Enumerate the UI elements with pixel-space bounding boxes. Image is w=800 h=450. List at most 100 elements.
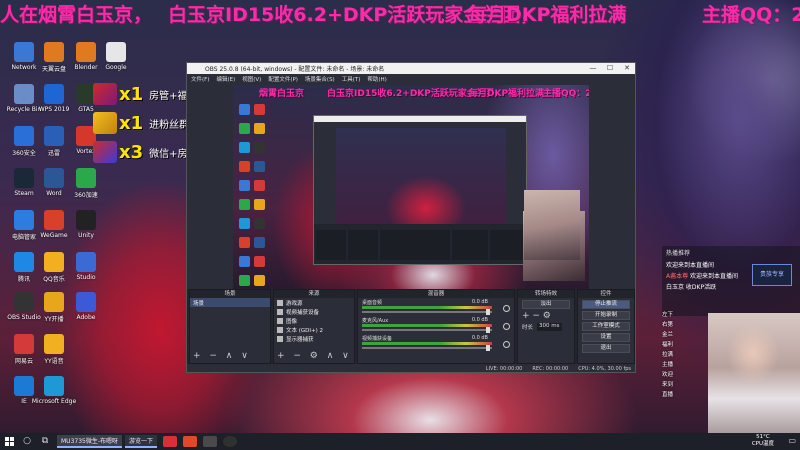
app-icon[interactable]: [203, 436, 218, 447]
volume-fader-handle[interactable]: [486, 309, 490, 315]
volume-fader-handle[interactable]: [486, 327, 490, 333]
desktop-icon[interactable]: Adobe: [66, 292, 106, 328]
menu-item[interactable]: 帮助(H): [367, 75, 386, 83]
netease-icon[interactable]: [163, 436, 178, 447]
desktop-icon[interactable]: Microsoft Edge: [32, 376, 76, 412]
source-label: 文本 (GDI+) 2: [286, 327, 324, 334]
wegame-icon: [44, 210, 64, 230]
menu-item[interactable]: 编辑(E): [216, 75, 235, 83]
preview-icon: [254, 237, 265, 248]
menu-item[interactable]: 配置文件(P): [268, 75, 298, 83]
source-type-icon: [277, 317, 283, 324]
ticker-segment: 每月DKP福利拉满: [468, 4, 627, 26]
dock-controls[interactable]: + − ⚙ ∧ ∨: [277, 351, 352, 361]
yy-voice-icon: [44, 334, 64, 354]
source-item[interactable]: 图像: [274, 316, 354, 325]
preview-icon: [239, 199, 250, 210]
control-button[interactable]: 工作室模式: [582, 322, 630, 331]
desktop-icon[interactable]: Google: [96, 42, 136, 78]
scene-item[interactable]: 场景: [190, 298, 270, 307]
dock-title: 转场特效: [518, 290, 574, 298]
start-button[interactable]: [0, 433, 18, 450]
volume-fader-handle[interactable]: [486, 345, 490, 351]
source-label: 视频捕获设备: [286, 309, 320, 316]
minimize-icon[interactable]: —: [585, 63, 601, 74]
edge-icon: [44, 376, 64, 396]
side-list-item: 直播: [662, 392, 674, 398]
network-icon: [14, 42, 34, 62]
control-button[interactable]: 设置: [582, 333, 630, 342]
obs-docks: 场景 场景 + − ∧ ∨ 来源 游戏源 视频捕获设备 图像 文本 (GDI+) 2 显…: [187, 289, 635, 372]
preview-icon: [254, 104, 265, 115]
dock-controls[interactable]: + − ∧ ∨: [193, 351, 251, 361]
source-item[interactable]: 文本 (GDI+) 2: [274, 325, 354, 334]
source-item[interactable]: 显示器捕获: [274, 334, 354, 343]
transition-select[interactable]: 淡出: [522, 300, 570, 309]
side-list-item: 拉满: [662, 352, 674, 358]
desktop-icon[interactable]: 360加速: [66, 168, 106, 204]
desktop-icon-label: Studio: [76, 274, 96, 281]
volume-fader[interactable]: [362, 329, 492, 331]
wegame-icon[interactable]: [183, 436, 198, 447]
control-button[interactable]: 退出: [582, 344, 630, 353]
menu-item[interactable]: 视图(V): [242, 75, 261, 83]
badge-multiplier: x1: [119, 83, 144, 105]
gear-icon[interactable]: [503, 323, 510, 330]
gear-icon[interactable]: [503, 341, 510, 348]
unity-icon: [76, 210, 96, 230]
desktop-icon-label: Google: [105, 64, 127, 71]
ticker-segment: 人在烟霄白玉京，: [0, 4, 153, 26]
controls-dock: 控件 停止推流 开始录制 工作室模式 设置 退出: [577, 289, 635, 364]
preview-icon: [239, 123, 250, 134]
cpu-temp-label: CPU温度: [751, 441, 774, 447]
preview-icon: [239, 142, 250, 153]
shield-icon: [14, 126, 34, 146]
wps-icon: [44, 84, 64, 104]
source-type-icon: [277, 326, 283, 333]
notification-icon[interactable]: ▭: [788, 436, 796, 445]
desktop-icon[interactable]: Unity: [66, 210, 106, 246]
preview-icon: [239, 161, 250, 172]
cpu-temp-tray[interactable]: 51°C CPU温度: [752, 434, 774, 448]
music-icon: [44, 252, 64, 272]
menu-item[interactable]: 文件(F): [191, 75, 209, 83]
preview-ticker-segment: 主播QQ：2: [543, 89, 589, 99]
vip-badge[interactable]: 贵族专享: [752, 264, 792, 286]
menu-item[interactable]: 工具(T): [342, 75, 361, 83]
source-item[interactable]: 游戏源: [274, 298, 354, 307]
volume-meter: [362, 324, 492, 327]
obs-icon: [14, 292, 34, 312]
volume-fader[interactable]: [362, 311, 492, 313]
source-item[interactable]: 视频捕获设备: [274, 307, 354, 316]
desktop-icon[interactable]: YY语音: [34, 334, 74, 370]
transition-add-remove[interactable]: + − ⚙: [518, 311, 574, 321]
duration-field[interactable]: 300 ms: [537, 323, 562, 331]
task-view-icon[interactable]: ⧉: [36, 433, 54, 450]
ticker-segment: 主播QQ：2: [702, 4, 800, 26]
recycle-bin-icon: [14, 84, 34, 104]
scenes-dock: 场景 场景 + − ∧ ∨: [189, 289, 271, 364]
obs-icon[interactable]: [223, 436, 238, 447]
control-button[interactable]: 开始录制: [582, 311, 630, 320]
taskbar-app-browser[interactable]: MU3735微生-布嗯呀: [57, 435, 123, 448]
preview-icon: [254, 123, 265, 134]
chat-username[interactable]: A酱本尊: [666, 273, 690, 280]
obs-titlebar[interactable]: OBS 25.0.8 (64-bit, windows) - 配置文件: 未命名…: [187, 63, 635, 74]
menu-item[interactable]: 场景集合(S): [305, 75, 335, 83]
maximize-icon[interactable]: ☐: [602, 63, 618, 74]
desktop-icon[interactable]: Studio: [66, 252, 106, 288]
gear-icon[interactable]: [503, 305, 510, 312]
side-list-item: 福利: [662, 342, 674, 348]
taskbar-app-secondary[interactable]: 游览一下: [125, 435, 158, 448]
mixer-channel: 视频捕获设备 0.0 dB: [358, 334, 514, 352]
live-status: LIVE: 00:00:00: [485, 366, 523, 372]
volume-fader[interactable]: [362, 347, 492, 349]
preview-icon: [254, 199, 265, 210]
badge-multiplier: x3: [119, 141, 144, 163]
search-icon[interactable]: ○: [18, 433, 36, 450]
close-icon[interactable]: ✕: [619, 63, 635, 74]
source-label: 显示器捕获: [286, 336, 314, 343]
source-type-icon: [277, 335, 283, 342]
control-button[interactable]: 停止推流: [582, 300, 630, 309]
rec-status: REC: 00:00:00: [532, 366, 569, 372]
